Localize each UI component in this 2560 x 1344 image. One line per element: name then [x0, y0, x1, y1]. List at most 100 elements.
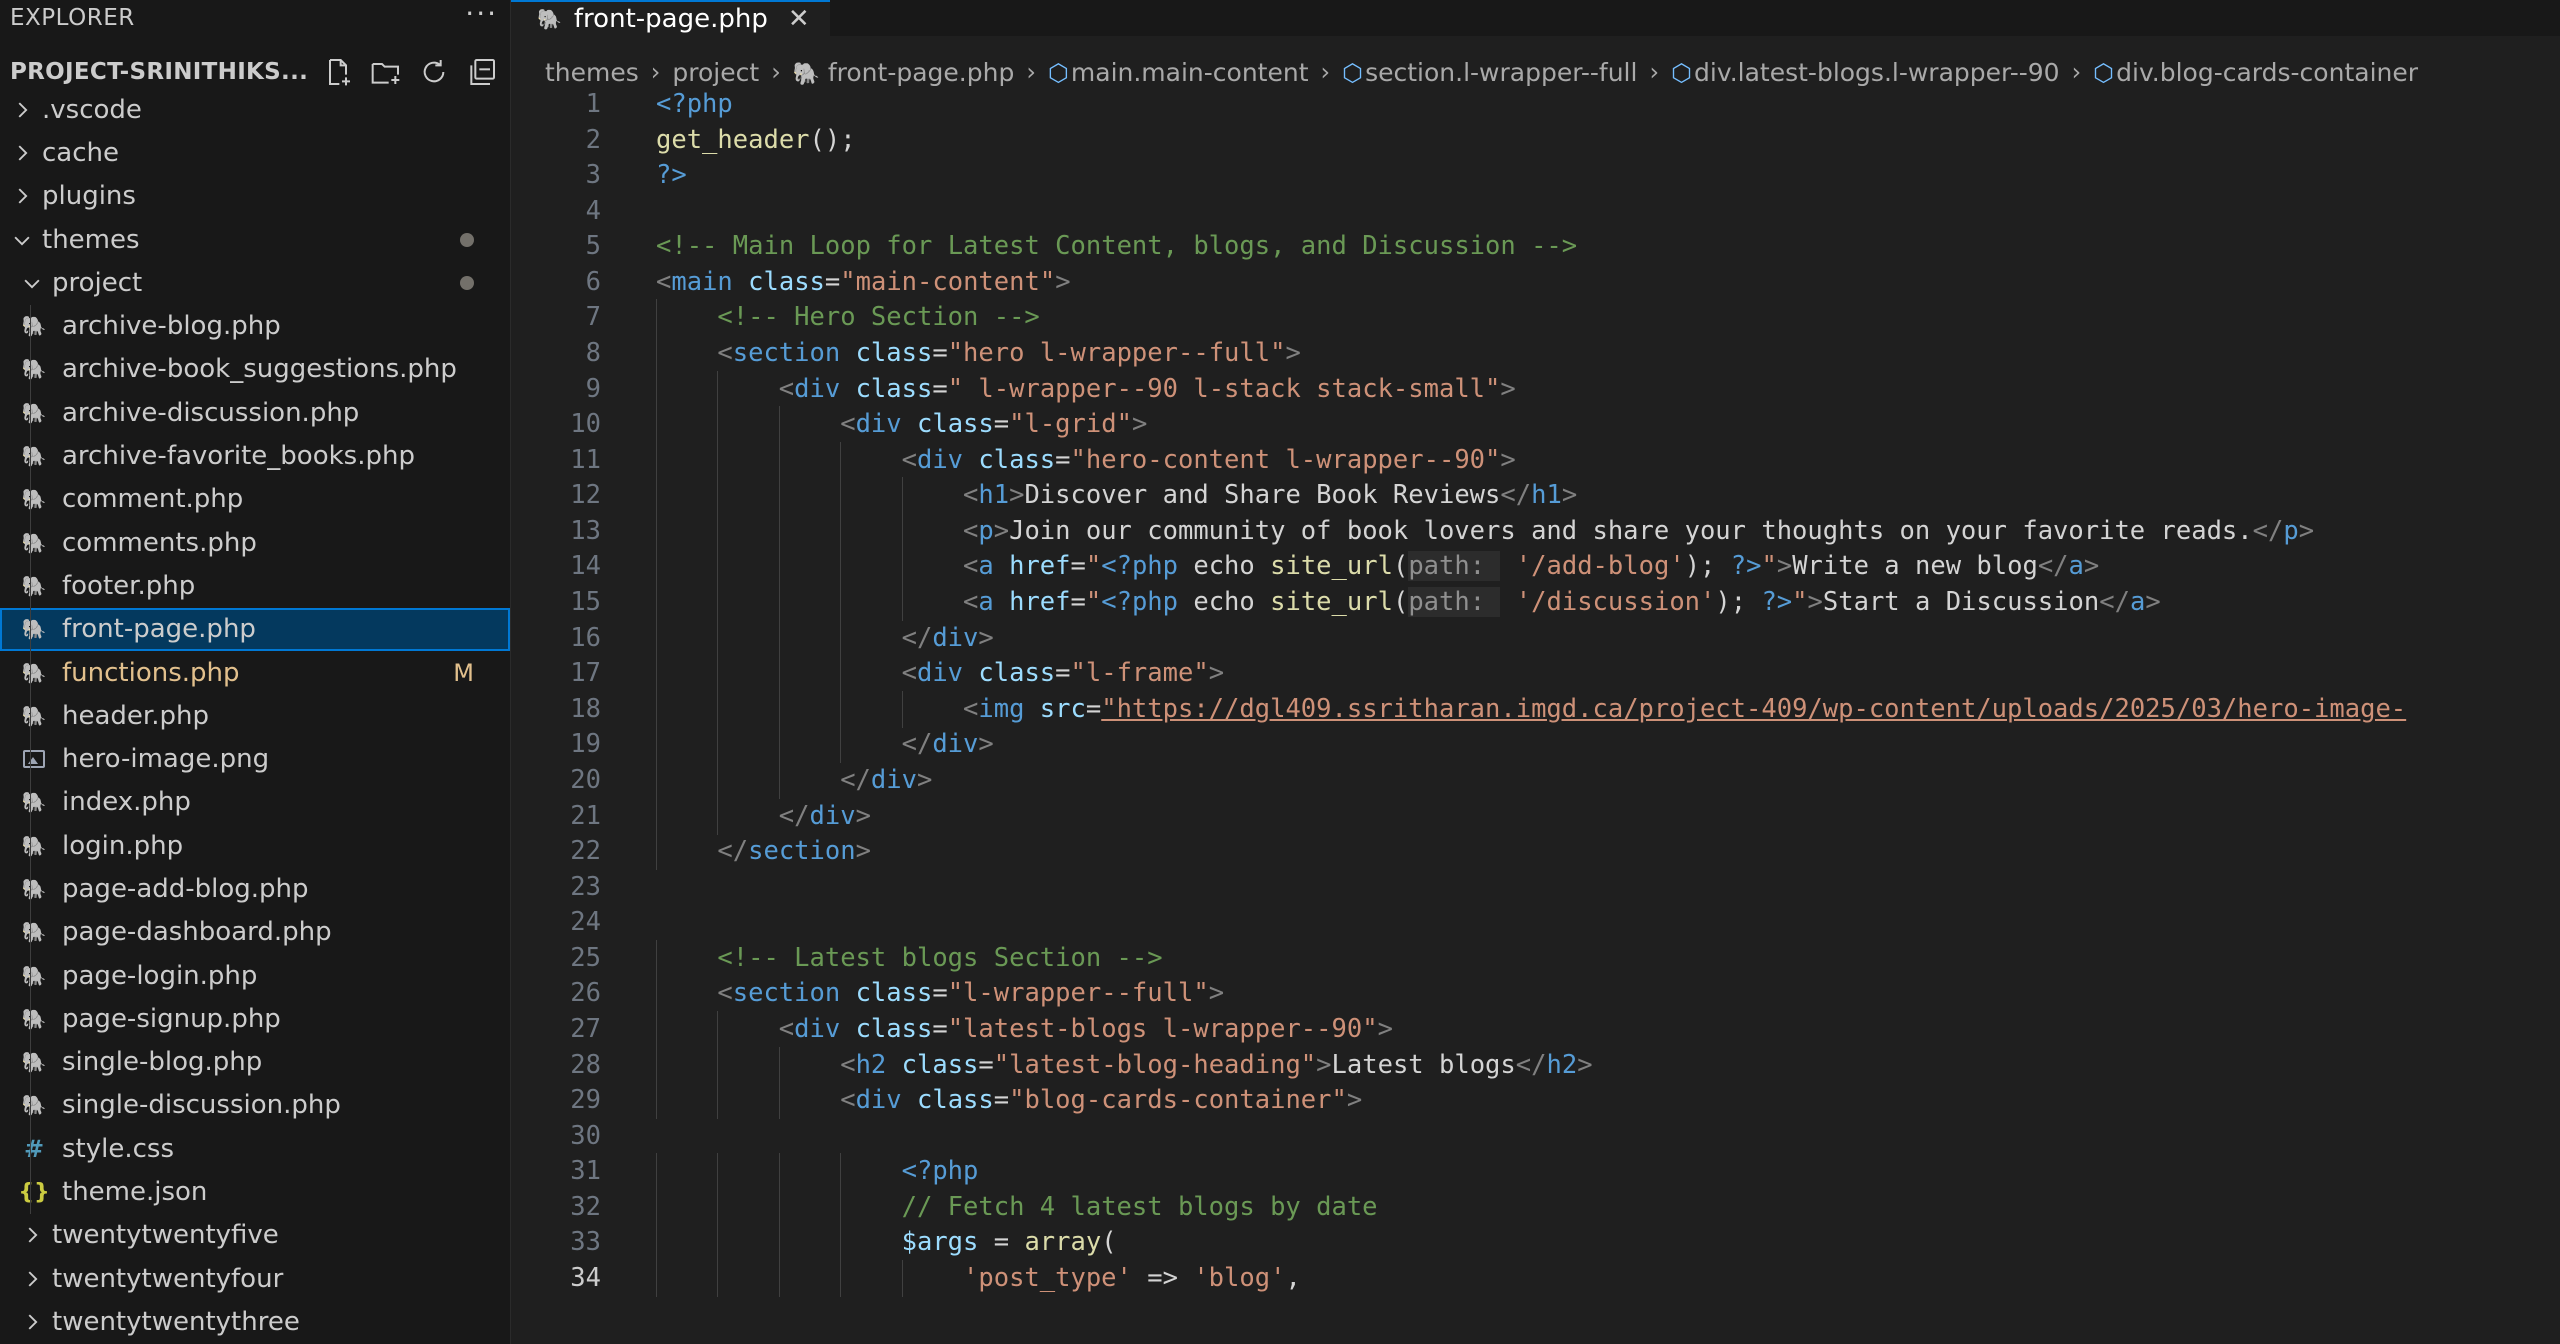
code-token: <?php: [1101, 551, 1178, 582]
chevron-right-icon: ›: [1320, 58, 1331, 86]
line-number: 16: [570, 622, 601, 653]
file-item[interactable]: 🐘 page-add-blog.php: [0, 867, 510, 910]
json-file-icon: {}: [18, 1179, 50, 1205]
code-token: );: [1684, 551, 1731, 582]
line-number: 8: [585, 338, 601, 369]
file-item[interactable]: # style.css: [0, 1127, 510, 1170]
code-token: div: [932, 729, 979, 760]
code-token: div: [932, 622, 979, 653]
breadcrumb-item[interactable]: ⬡div.latest-blogs.l-wrapper--90: [1671, 58, 2059, 87]
indent-guide: [901, 548, 903, 586]
folder-item[interactable]: cache: [0, 131, 510, 174]
indent-guide: [656, 1046, 657, 1084]
new-folder-icon[interactable]: [370, 56, 402, 88]
code-token: >: [1577, 1049, 1593, 1080]
refresh-icon[interactable]: [418, 56, 450, 88]
folder-item[interactable]: plugins: [0, 175, 510, 218]
folder-item[interactable]: twentytwentythree: [0, 1300, 510, 1343]
breadcrumb-item[interactable]: ⬡div.blog-cards-container: [2093, 58, 2418, 87]
code-token: ?>: [656, 160, 687, 191]
file-item[interactable]: 🐘 page-signup.php: [0, 997, 510, 1040]
folder-item[interactable]: project: [0, 261, 510, 304]
breadcrumb-item[interactable]: project: [672, 58, 759, 87]
file-item[interactable]: 🐘 footer.php: [0, 564, 510, 607]
code-token: >: [1131, 409, 1148, 440]
file-item[interactable]: 🐘 archive-favorite_books.php: [0, 434, 510, 477]
code-token: <: [901, 658, 917, 689]
file-item[interactable]: 🐘 comments.php: [0, 521, 510, 564]
php-file-icon: 🐘: [21, 1050, 47, 1075]
chevron-right-icon: ›: [1649, 58, 1660, 86]
code-token: </: [901, 622, 933, 653]
code-text: </div>: [779, 798, 871, 835]
file-item[interactable]: 🐘 page-login.php: [0, 954, 510, 997]
code-token: </: [2037, 551, 2069, 582]
breadcrumb-item[interactable]: ⬡main.main-content: [1048, 58, 1309, 87]
code-token: >: [993, 515, 1010, 546]
code-token: </: [1500, 480, 1532, 511]
indent-guide: [717, 370, 719, 408]
file-item[interactable]: 🐘 page-dashboard.php: [0, 911, 510, 954]
file-item[interactable]: hero-image.png: [0, 737, 510, 780]
tree-item-label: .vscode: [42, 94, 142, 125]
indent-guide: [778, 584, 780, 622]
file-item[interactable]: 🐘 archive-discussion.php: [0, 391, 510, 434]
new-file-icon[interactable]: [322, 56, 354, 88]
symbol-cube-icon: ⬡: [1342, 58, 1364, 87]
file-item[interactable]: 🐘 comment.php: [0, 478, 510, 521]
breadcrumb-item[interactable]: ⬡section.l-wrapper--full: [1342, 58, 1637, 87]
code-line: 16 </div>: [511, 619, 2560, 657]
file-item[interactable]: 🐘 archive-book_suggestions.php: [0, 348, 510, 391]
code-token: >: [978, 622, 994, 653]
indent-guide: [717, 797, 719, 835]
file-item[interactable]: 🐘 index.php: [0, 781, 510, 824]
code-token: =: [1070, 551, 1086, 582]
php-file-icon: 🐘: [21, 357, 47, 382]
code-token: get_header: [656, 124, 810, 155]
indent-guide: [778, 726, 780, 764]
file-item[interactable]: 🐘 header.php: [0, 694, 510, 737]
tree-item-label: archive-blog.php: [62, 311, 281, 342]
php-file-icon: 🐘: [21, 703, 47, 728]
folder-item[interactable]: themes: [0, 218, 510, 261]
code-line: 27 <div class="latest-blogs l-wrapper--90…: [511, 1010, 2560, 1048]
code-token: <!-- Main Loop for Latest Content, blogs…: [656, 231, 1578, 262]
code-token: =: [824, 266, 841, 297]
php-file-icon: 🐘: [21, 400, 47, 425]
file-item[interactable]: 🐘 login.php: [0, 824, 510, 867]
code-token: </: [778, 800, 810, 831]
code-token: <?php: [901, 1156, 979, 1187]
file-item[interactable]: {} theme.json: [0, 1170, 510, 1213]
code-token: <: [778, 1013, 795, 1044]
breadcrumb-item[interactable]: 🐘 front-page.php: [793, 58, 1015, 87]
code-token: "l-frame": [1070, 658, 1209, 689]
folder-item[interactable]: twentytwentyfour: [0, 1257, 510, 1300]
tree-item-label: index.php: [62, 787, 191, 818]
code-text: $args = array(: [902, 1224, 1117, 1261]
code-token: >: [916, 764, 933, 795]
code-editor[interactable]: 1 <?php 2 get_header(); 3 ?> 4 5 <!-- Main Loop …: [511, 90, 2560, 1344]
code-token: =: [1055, 658, 1071, 689]
tab-front-page[interactable]: 🐘 front-page.php ✕: [511, 0, 830, 36]
indent-guide: [778, 761, 780, 799]
php-file-icon: 🐘: [21, 963, 47, 988]
code-text: </div>: [840, 762, 932, 799]
folder-item[interactable]: .vscode: [0, 88, 510, 131]
more-actions-icon[interactable]: ···: [465, 0, 498, 40]
code-token: <: [963, 551, 979, 582]
code-token: ": [1085, 551, 1102, 582]
code-token: "blog-cards-container": [1009, 1085, 1347, 1116]
folder-item[interactable]: twentytwentyfive: [0, 1214, 510, 1257]
file-item[interactable]: 🐘 front-page.php: [0, 607, 510, 651]
line-number: 11: [570, 444, 601, 475]
file-item[interactable]: 🐘 single-discussion.php: [0, 1084, 510, 1127]
code-token: section: [732, 338, 841, 369]
file-item[interactable]: 🐘 functions.php M: [0, 651, 510, 694]
file-item[interactable]: 🐘 single-blog.php: [0, 1041, 510, 1084]
breadcrumb-item[interactable]: themes: [545, 58, 639, 87]
close-tab-icon[interactable]: ✕: [788, 4, 810, 34]
collapse-all-icon[interactable]: [466, 56, 498, 88]
php-file-icon: 🐘: [21, 790, 47, 815]
indent-guide: [901, 1260, 903, 1297]
file-item[interactable]: 🐘 archive-blog.php: [0, 304, 510, 347]
